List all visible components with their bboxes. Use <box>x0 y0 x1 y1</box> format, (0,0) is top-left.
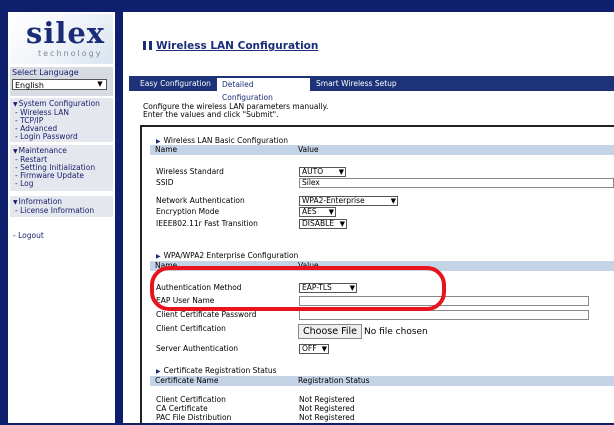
table-row-status: Not Registered <box>299 413 355 422</box>
language-select[interactable]: English ▼ <box>12 79 107 90</box>
ssid-input[interactable]: Silex <box>299 178 614 188</box>
label-network-authentication: Network Authentication <box>156 196 245 205</box>
triangle-right-icon: ▶ <box>156 138 161 145</box>
client-certificate-password-input[interactable] <box>299 310 589 320</box>
triangle-right-icon: ▶ <box>156 368 161 375</box>
section-title-cert-status: ▶ Certificate Registration Status <box>156 366 277 375</box>
language-label: Select Language <box>12 68 79 77</box>
label-client-certificate-password: Client Certificate Password <box>156 310 257 319</box>
chevron-down-icon: ▼ <box>390 197 396 205</box>
logout-link[interactable]: - Logout <box>13 231 44 240</box>
triangle-down-icon: ▼ <box>13 101 18 108</box>
chevron-down-icon: ▼ <box>338 168 344 176</box>
menu-item-license-information[interactable]: - License Information <box>13 207 113 215</box>
label-server-authentication: Server Authentication <box>156 344 239 353</box>
encryption-mode-select[interactable]: AES ▼ <box>299 207 336 217</box>
section-title-basic: ▶ Wireless LAN Basic Configuration <box>156 136 288 145</box>
basic-table-header: Name Value <box>150 145 614 155</box>
table-row-name: Client Certification <box>156 395 226 404</box>
menu-system-configuration: ▼System Configuration - Wireless LAN - T… <box>10 98 113 142</box>
menu-item-login-password[interactable]: - Login Password <box>13 133 113 141</box>
menu-maintenance: ▼Maintenance - Restart - Setting Initial… <box>10 145 113 191</box>
wireless-standard-select[interactable]: AUTO ▼ <box>299 167 346 177</box>
label-wireless-standard: Wireless Standard <box>156 167 224 176</box>
label-client-certification: Client Certification <box>156 324 226 333</box>
chevron-down-icon: ▼ <box>339 220 345 228</box>
tab-smart-wireless-setup[interactable]: Smart Wireless Setup <box>311 77 402 91</box>
brand-tagline: technology <box>38 49 103 58</box>
triangle-right-icon: ▶ <box>156 253 161 260</box>
table-row-name: CA Certificate <box>156 404 208 413</box>
triangle-down-icon: ▼ <box>13 148 18 155</box>
silex-logo: silex technology <box>10 14 113 64</box>
chevron-down-icon: ▼ <box>328 208 334 216</box>
section-title-enterprise: ▶ WPA/WPA2 Enterprise Configuration <box>156 251 299 260</box>
file-status-text: No file chosen <box>364 327 428 337</box>
label-encryption-mode: Encryption Mode <box>156 207 220 216</box>
intro-text: Configure the wireless LAN parameters ma… <box>143 102 329 119</box>
title-bullet-icon <box>143 41 152 50</box>
label-ssid: SSID <box>156 178 174 187</box>
table-row-status: Not Registered <box>299 395 355 404</box>
language-selected: English <box>15 81 44 90</box>
table-row-status: Not Registered <box>299 404 355 413</box>
chevron-down-icon: ▼ <box>321 345 327 353</box>
red-highlight-ellipse <box>150 266 446 311</box>
chevron-down-icon: ▼ <box>97 80 103 88</box>
tab-easy-configuration[interactable]: Easy Configuration <box>135 77 216 91</box>
main-panel: Wireless LAN Configuration Easy Configur… <box>123 12 614 425</box>
menu-information: ▼Information - License Information <box>10 196 113 217</box>
language-panel: Select Language English ▼ <box>10 67 113 96</box>
cert-table-header: Certificate Name Registration Status <box>150 376 614 386</box>
menu-item-log[interactable]: - Log <box>13 180 113 188</box>
brand-name: silex <box>26 16 106 50</box>
choose-file-button[interactable]: Choose File <box>298 324 362 339</box>
network-authentication-select[interactable]: WPA2-Enterprise ▼ <box>299 196 398 206</box>
server-authentication-select[interactable]: OFF ▼ <box>299 344 329 354</box>
tab-bar: Easy Configuration Detailed Configuratio… <box>129 76 614 102</box>
fast-transition-select[interactable]: DISABLE ▼ <box>299 219 347 229</box>
triangle-down-icon: ▼ <box>13 199 18 206</box>
tab-detailed-configuration[interactable]: Detailed Configuration <box>216 77 311 102</box>
page-title: Wireless LAN Configuration <box>143 40 318 52</box>
label-fast-transition: IEEE802.11r Fast Transition <box>156 219 258 228</box>
table-row-name: PAC File Distribution <box>156 413 232 422</box>
